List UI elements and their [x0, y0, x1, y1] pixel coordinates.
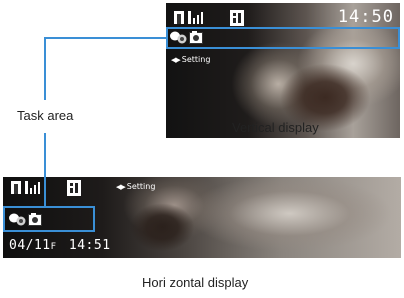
signal-icon [25, 181, 41, 194]
antenna-icon [11, 181, 21, 194]
date: 04/11 [9, 238, 51, 253]
horizontal-task-area-highlight [3, 206, 95, 232]
vertical-task-area-highlight [166, 27, 400, 49]
setting-softkey[interactable]: ◀▶ Setting [116, 182, 155, 191]
horizontal-display-caption: Hori zontal display [142, 275, 249, 290]
clock: 14:51 [68, 238, 111, 253]
leader-line-left-lower [44, 133, 46, 206]
clock: 14:50 [337, 7, 394, 27]
vertical-display-caption: Vertical display [232, 120, 319, 135]
weekday: F [50, 242, 57, 252]
signal-icon [188, 11, 204, 24]
leader-line-vertical-top [44, 37, 166, 39]
vertical-display-screen: 14:50 ◀▶ Setting [166, 3, 400, 138]
setting-softkey[interactable]: ◀▶ Setting [171, 55, 210, 64]
left-right-arrows-icon: ◀▶ [116, 182, 126, 191]
antenna-icon [174, 11, 184, 24]
left-right-arrows-icon: ◀▶ [171, 55, 181, 64]
foma-3g-icon [67, 180, 81, 196]
setting-label: Setting [181, 55, 211, 64]
task-area-label: Task area [17, 108, 74, 123]
setting-label: Setting [126, 182, 156, 191]
leader-line-left-upper [44, 37, 46, 100]
date-time-display: 04/11F 14:51 [9, 238, 111, 253]
foma-3g-icon [230, 10, 244, 26]
